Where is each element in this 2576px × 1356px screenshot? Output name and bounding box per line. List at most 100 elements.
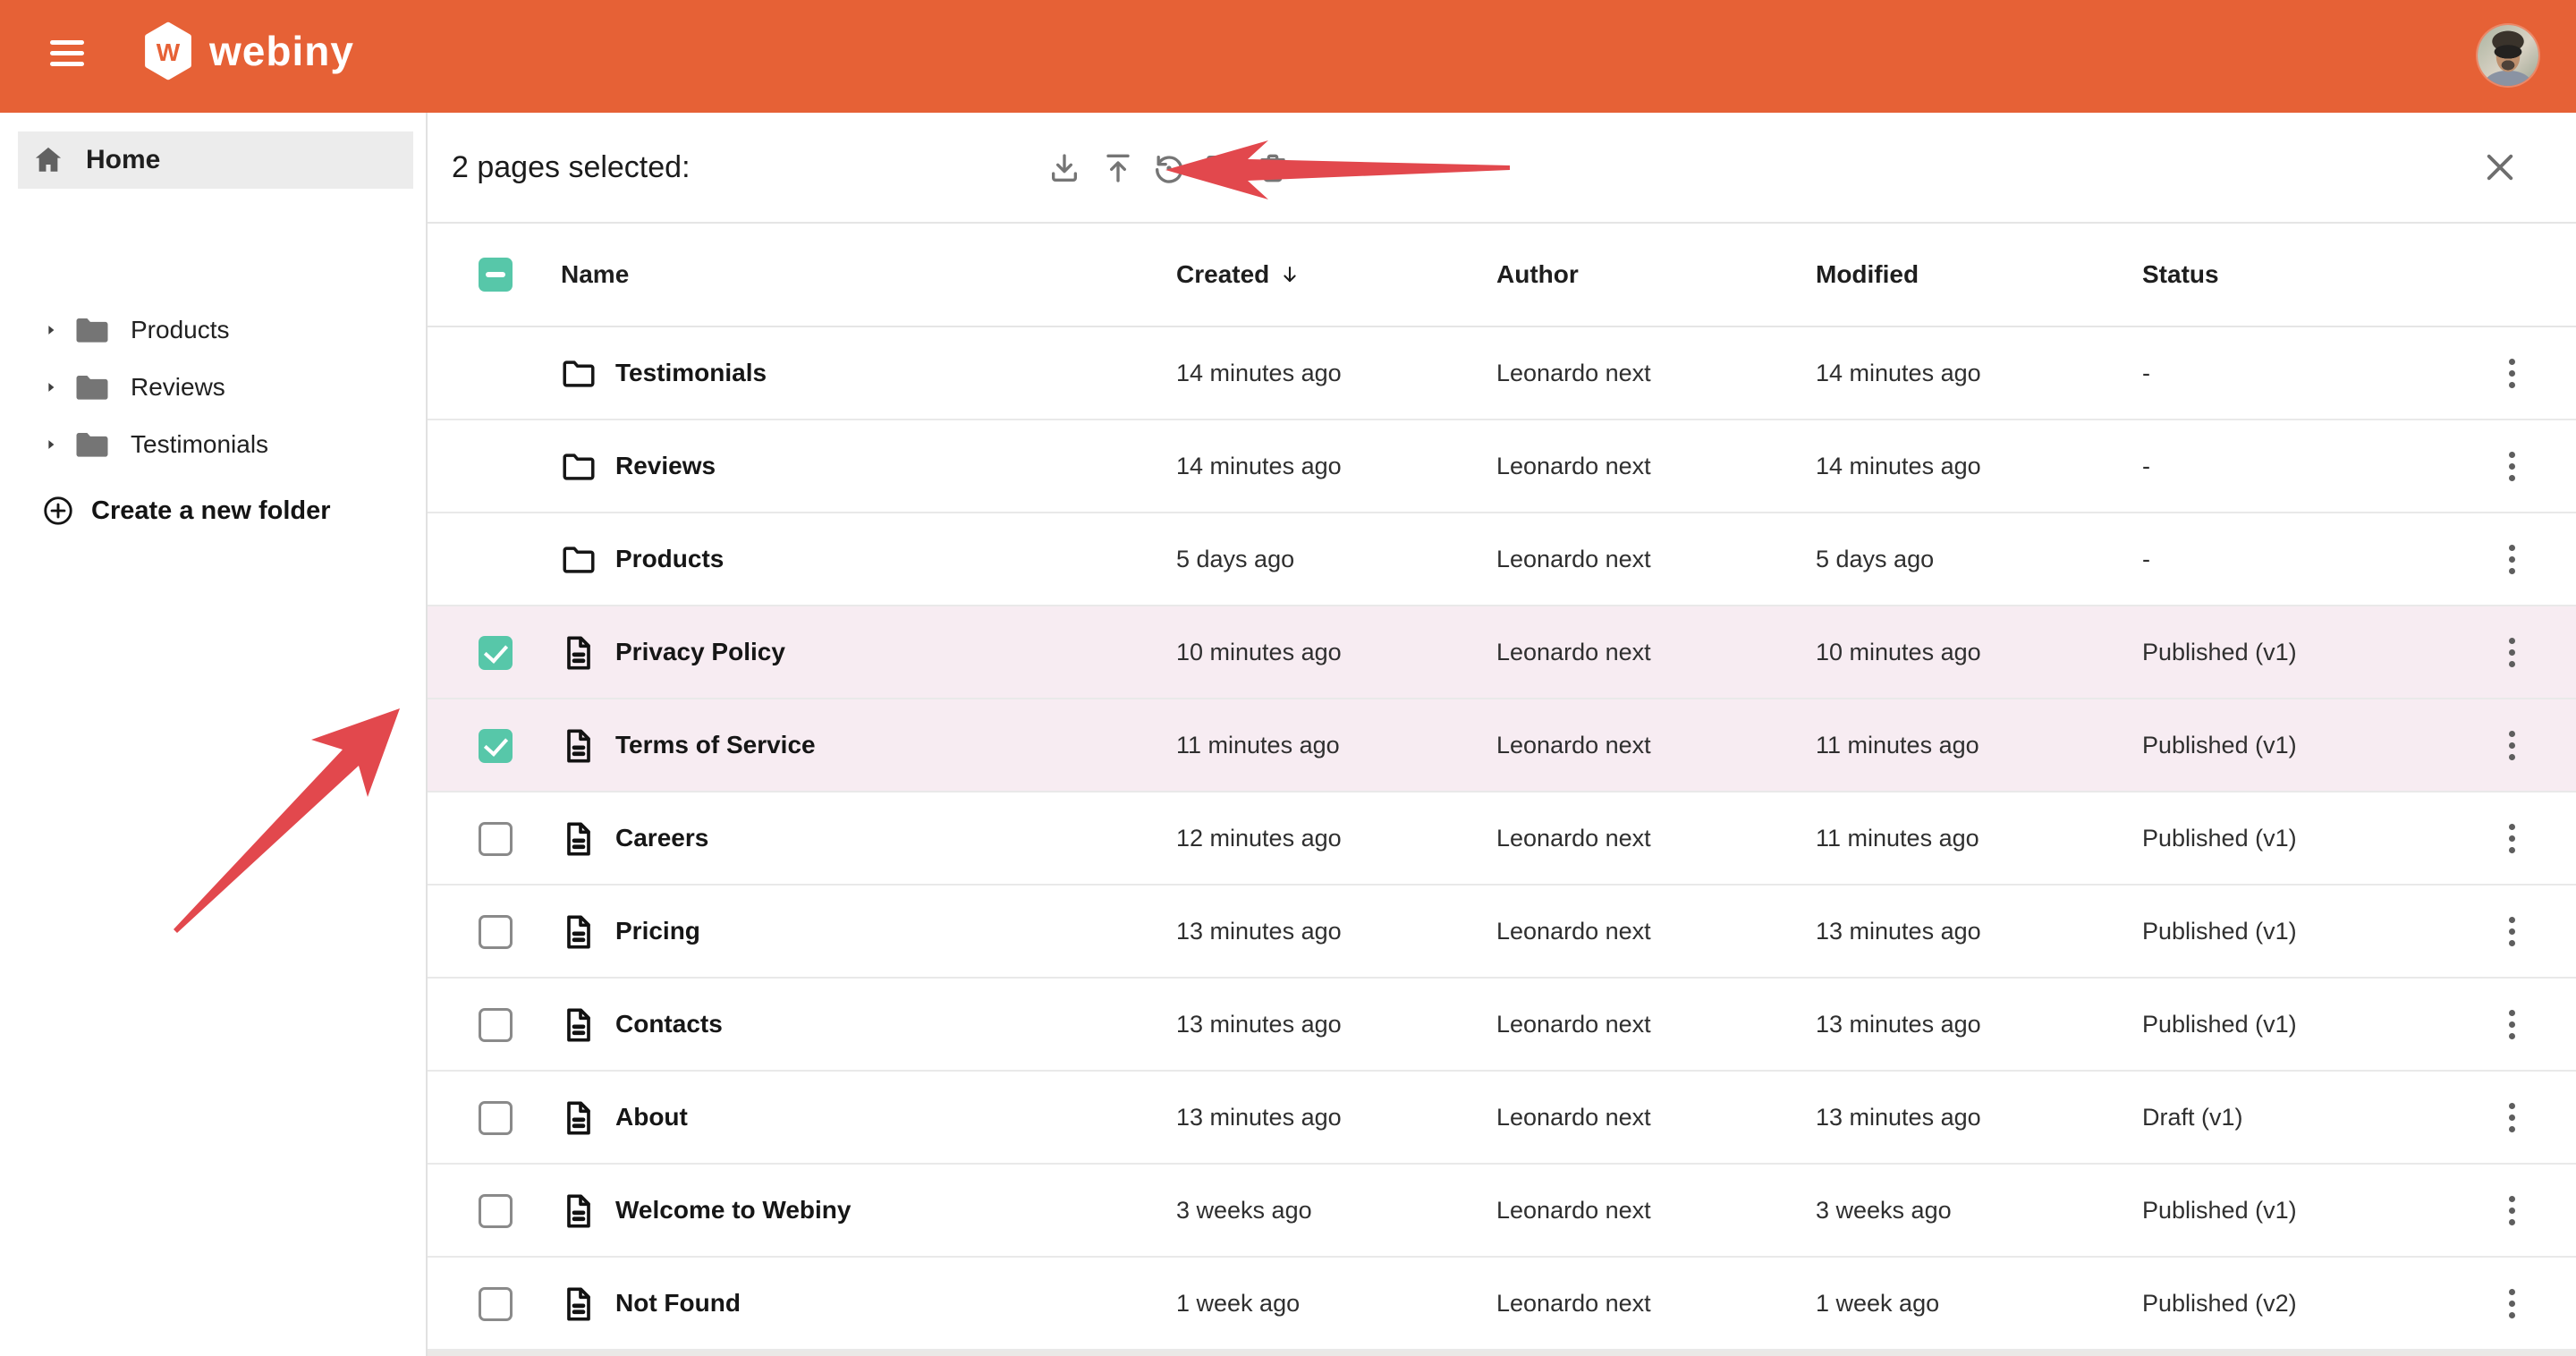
row-created: 13 minutes ago [1176, 886, 1342, 977]
webiny-logo-text: webiny [209, 21, 354, 81]
row-author: Leonardo next [1496, 1165, 1651, 1256]
row-checkbox[interactable] [479, 1101, 513, 1135]
home-icon [32, 144, 64, 176]
selection-count-text: 2 pages selected: [452, 113, 691, 222]
sidebar-item-label: Reviews [131, 373, 225, 402]
download-icon[interactable] [1044, 148, 1085, 189]
row-author: Leonardo next [1496, 886, 1651, 977]
sidebar: Home Products Reviews Testimonials [0, 113, 428, 1356]
kebab-menu-icon[interactable] [2492, 1165, 2531, 1256]
folder-icon [73, 428, 111, 461]
sidebar-item-label: Home [86, 145, 160, 175]
kebab-menu-icon[interactable] [2492, 327, 2531, 419]
table-row[interactable]: Reviews 14 minutes ago Leonardo next 14 … [428, 420, 2576, 513]
table-row[interactable]: Privacy Policy 10 minutes ago Leonardo n… [428, 606, 2576, 699]
table-row[interactable]: Products 5 days ago Leonardo next 5 days… [428, 513, 2576, 606]
column-header-author[interactable]: Author [1496, 224, 1579, 326]
row-author: Leonardo next [1496, 699, 1651, 791]
row-created: 14 minutes ago [1176, 420, 1342, 512]
row-checkbox-checked[interactable] [479, 729, 513, 763]
row-checkbox[interactable] [479, 915, 513, 949]
kebab-menu-icon[interactable] [2492, 699, 2531, 791]
document-icon [559, 1284, 598, 1324]
row-name[interactable]: Contacts [615, 979, 723, 1070]
table-row[interactable]: Testimonials 14 minutes ago Leonardo nex… [428, 327, 2576, 420]
sidebar-item-home[interactable]: Home [18, 131, 413, 189]
row-name[interactable]: Terms of Service [615, 699, 816, 791]
upload-icon[interactable] [1097, 148, 1139, 189]
table-row[interactable]: Careers 12 minutes ago Leonardo next 11 … [428, 792, 2576, 886]
user-avatar[interactable] [2478, 25, 2538, 86]
row-modified: 13 minutes ago [1816, 979, 1981, 1070]
row-author: Leonardo next [1496, 979, 1651, 1070]
kebab-menu-icon[interactable] [2492, 606, 2531, 698]
row-name[interactable]: Careers [615, 792, 708, 884]
row-checkbox[interactable] [479, 1194, 513, 1228]
create-folder-button[interactable]: Create a new folder [0, 482, 428, 539]
kebab-menu-icon[interactable] [2492, 1258, 2531, 1349]
table-row[interactable]: Pricing 13 minutes ago Leonardo next 13 … [428, 886, 2576, 979]
document-icon [559, 1191, 598, 1231]
row-name[interactable]: Welcome to Webiny [615, 1165, 851, 1256]
row-created: 12 minutes ago [1176, 792, 1342, 884]
kebab-menu-icon[interactable] [2492, 1072, 2531, 1163]
column-header-status[interactable]: Status [2142, 224, 2219, 326]
column-header-created[interactable]: Created [1176, 224, 1301, 326]
row-name[interactable]: Products [615, 513, 724, 605]
kebab-menu-icon[interactable] [2492, 420, 2531, 512]
row-modified: 3 weeks ago [1816, 1165, 1952, 1256]
restore-icon[interactable] [1148, 148, 1190, 189]
sidebar-item-products[interactable]: Products [0, 301, 428, 359]
row-checkbox[interactable] [479, 1287, 513, 1321]
sort-desc-icon [1278, 263, 1301, 286]
row-name[interactable]: Testimonials [615, 327, 767, 419]
folder-icon [559, 447, 598, 487]
kebab-menu-icon[interactable] [2492, 792, 2531, 884]
row-author: Leonardo next [1496, 513, 1651, 605]
caret-right-icon[interactable] [43, 322, 59, 338]
table-row[interactable]: Terms of Service 11 minutes ago Leonardo… [428, 699, 2576, 792]
row-status: Published (v1) [2142, 606, 2297, 698]
row-status: Published (v1) [2142, 792, 2297, 884]
kebab-menu-icon[interactable] [2492, 979, 2531, 1070]
row-modified: 13 minutes ago [1816, 1072, 1981, 1163]
table-row[interactable]: Welcome to Webiny 3 weeks ago Leonardo n… [428, 1165, 2576, 1258]
row-checkbox[interactable] [479, 1008, 513, 1042]
row-name[interactable]: Not Found [615, 1258, 741, 1349]
table-row[interactable]: About 13 minutes ago Leonardo next 13 mi… [428, 1072, 2576, 1165]
row-checkbox-checked[interactable] [479, 636, 513, 670]
table-row[interactable]: Not Found 1 week ago Leonardo next 1 wee… [428, 1258, 2576, 1351]
row-name[interactable]: Reviews [615, 420, 716, 512]
kebab-menu-icon[interactable] [2492, 886, 2531, 977]
row-status: Published (v1) [2142, 886, 2297, 977]
column-header-name[interactable]: Name [561, 224, 629, 326]
row-name[interactable]: Pricing [615, 886, 700, 977]
row-created: 11 minutes ago [1176, 699, 1340, 791]
column-header-modified[interactable]: Modified [1816, 224, 1919, 326]
webiny-hexagon-icon: W [143, 21, 193, 81]
sidebar-item-testimonials[interactable]: Testimonials [0, 416, 428, 473]
select-all-checkbox[interactable] [479, 258, 513, 292]
document-icon [559, 819, 598, 859]
caret-right-icon[interactable] [43, 436, 59, 453]
kebab-menu-icon[interactable] [2492, 513, 2531, 605]
close-icon[interactable] [2479, 148, 2521, 189]
table-body: Testimonials 14 minutes ago Leonardo nex… [428, 327, 2576, 1356]
hamburger-menu-icon[interactable] [50, 39, 86, 73]
topbar: W webiny [0, 0, 2576, 113]
move-to-folder-icon[interactable] [1200, 148, 1241, 189]
folder-icon [559, 540, 598, 580]
delete-icon[interactable] [1252, 148, 1293, 189]
sidebar-item-reviews[interactable]: Reviews [0, 359, 428, 416]
table-row[interactable]: Contacts 13 minutes ago Leonardo next 13… [428, 979, 2576, 1072]
row-created: 13 minutes ago [1176, 979, 1342, 1070]
row-name[interactable]: Privacy Policy [615, 606, 785, 698]
row-status: Published (v1) [2142, 699, 2297, 791]
table-header: Name Created Author Modified Status [428, 224, 2576, 327]
row-created: 10 minutes ago [1176, 606, 1342, 698]
row-created: 14 minutes ago [1176, 327, 1342, 419]
row-checkbox[interactable] [479, 822, 513, 856]
row-name[interactable]: About [615, 1072, 688, 1163]
webiny-logo[interactable]: W webiny [143, 21, 354, 81]
caret-right-icon[interactable] [43, 379, 59, 395]
